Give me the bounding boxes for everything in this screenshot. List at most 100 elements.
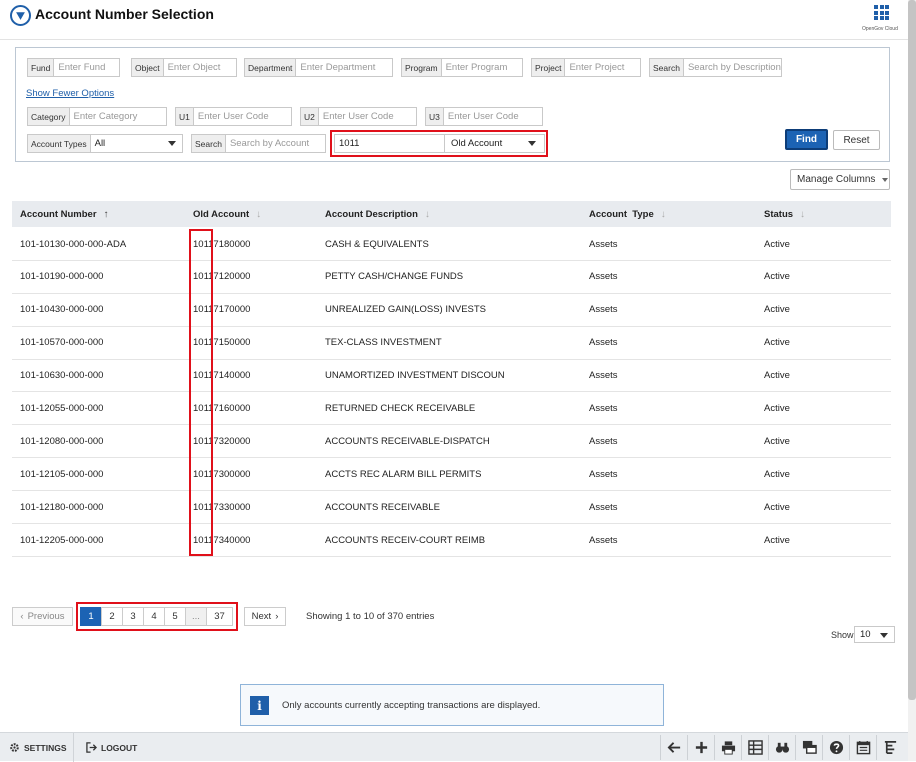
- description-search-field[interactable]: Search Search by Description: [649, 58, 782, 77]
- cell-type: Assets: [589, 402, 618, 414]
- department-input[interactable]: Enter Department: [296, 59, 392, 76]
- column-header-account-number[interactable]: Account Number ↑: [20, 201, 109, 227]
- column-header-account-type[interactable]: Account Type ↓: [589, 201, 666, 227]
- manage-columns-label: Manage Columns: [797, 174, 876, 185]
- cell-account-number: 101-10570-000-000: [20, 337, 104, 349]
- user-code-2-field[interactable]: U2 Enter User Code: [300, 107, 417, 126]
- page-button-1[interactable]: 1: [80, 607, 102, 626]
- cell-description: RETURNED CHECK RECEIVABLE: [325, 402, 476, 414]
- add-button[interactable]: [687, 735, 714, 760]
- settings-button[interactable]: SETTINGS: [9, 733, 67, 762]
- print-button[interactable]: [714, 735, 741, 760]
- object-input[interactable]: Enter Object: [164, 59, 236, 76]
- logout-button[interactable]: LOGOUT: [86, 733, 137, 762]
- column-header-status[interactable]: Status ↓: [764, 201, 805, 227]
- calendar-button[interactable]: [849, 735, 876, 760]
- page-scrollbar-thumb[interactable]: [908, 0, 916, 700]
- info-icon: i: [250, 696, 269, 715]
- find-button[interactable]: Find: [785, 129, 828, 150]
- windows-button[interactable]: [795, 735, 822, 760]
- tree-view-button[interactable]: [876, 735, 903, 760]
- user-code-2-input[interactable]: Enter User Code: [319, 108, 416, 125]
- reset-button[interactable]: Reset: [833, 130, 880, 150]
- account-value-input[interactable]: 1011: [334, 134, 445, 153]
- category-field[interactable]: Category Enter Category: [27, 107, 167, 126]
- table-row[interactable]: 101-12105-000-000 10117300000 ACCTS REC …: [12, 458, 891, 492]
- cell-description: PETTY CASH/CHANGE FUNDS: [325, 271, 464, 283]
- cell-description: ACCOUNTS RECEIV-COURT REIMB: [325, 534, 486, 546]
- account-search-label: Search: [192, 135, 226, 152]
- user-code-1-input[interactable]: Enter User Code: [194, 108, 291, 125]
- table-row[interactable]: 101-12180-000-000 10117330000 ACCOUNTS R…: [12, 491, 891, 525]
- cell-status: Active: [764, 501, 790, 513]
- sort-icon: ↓: [660, 208, 666, 220]
- user-code-1-field[interactable]: U1 Enter User Code: [175, 107, 292, 126]
- cell-type: Assets: [589, 468, 618, 480]
- logout-icon: [86, 742, 97, 753]
- project-field[interactable]: Project Enter Project: [531, 58, 641, 77]
- arrow-left-icon: [667, 742, 680, 753]
- object-field[interactable]: Object Enter Object: [131, 58, 237, 77]
- table-row[interactable]: 101-12055-000-000 10117160000 RETURNED C…: [12, 392, 891, 426]
- project-label: Project: [532, 59, 566, 76]
- calendar-icon: [856, 740, 870, 755]
- cell-old-account: 10117320000: [193, 435, 251, 447]
- search-by-select[interactable]: Old Account: [444, 134, 545, 153]
- page-size-select[interactable]: 10: [854, 626, 895, 643]
- page-button-2[interactable]: 2: [101, 607, 123, 626]
- fund-field[interactable]: Fund Enter Fund: [27, 58, 120, 77]
- previous-page-button[interactable]: ‹ Previous: [12, 607, 73, 626]
- footer-toolbar: [660, 735, 903, 760]
- sort-ascending-icon: ↑: [103, 208, 109, 220]
- table-row[interactable]: 101-12205-000-000 10117340000 ACCOUNTS R…: [12, 524, 891, 557]
- cell-account-number: 101-10430-000-000: [20, 304, 104, 316]
- help-button[interactable]: [822, 735, 849, 760]
- account-types-select[interactable]: All: [91, 135, 182, 152]
- description-search-input[interactable]: Search by Description: [684, 59, 781, 76]
- user-code-3-field[interactable]: U3 Enter User Code: [425, 107, 543, 126]
- column-header-old-account[interactable]: Old Account ↓: [193, 201, 261, 227]
- windows-icon: [802, 740, 817, 754]
- table-row[interactable]: 101-10130-000-000-ADA 10117180000 CASH &…: [12, 228, 891, 261]
- project-input[interactable]: Enter Project: [565, 59, 640, 76]
- entries-info: Showing 1 to 10 of 370 entries: [306, 611, 435, 622]
- page-button-3[interactable]: 3: [122, 607, 144, 626]
- account-types-field[interactable]: Account Types All: [27, 134, 183, 153]
- program-input[interactable]: Enter Program: [442, 59, 522, 76]
- page-button-4[interactable]: 4: [143, 607, 165, 626]
- page-button-5[interactable]: 5: [164, 607, 186, 626]
- department-field[interactable]: Department Enter Department: [244, 58, 393, 77]
- cell-old-account: 10117180000: [193, 238, 251, 250]
- table-row[interactable]: 101-12080-000-000 10117320000 ACCOUNTS R…: [12, 425, 891, 459]
- column-header-account-description[interactable]: Account Description ↓: [325, 201, 430, 227]
- table-header: Account Number ↑ Old Account ↓ Account Des…: [12, 201, 891, 227]
- cell-status: Active: [764, 534, 790, 546]
- user-code-3-input[interactable]: Enter User Code: [444, 108, 542, 125]
- account-search-field[interactable]: Search Search by Account: [191, 134, 326, 153]
- table-row[interactable]: 101-10570-000-000 10117150000 TEX-CLASS …: [12, 327, 891, 360]
- grid-view-button[interactable]: [741, 735, 768, 760]
- account-search-input[interactable]: Search by Account: [226, 135, 325, 152]
- cell-description: ACCOUNTS RECEIVABLE: [325, 501, 440, 513]
- cell-type: Assets: [589, 534, 618, 546]
- program-field[interactable]: Program Enter Program: [401, 58, 523, 77]
- accounts-table-body: 101-10130-000-000-ADA 10117180000 CASH &…: [12, 228, 891, 557]
- show-fewer-options-link[interactable]: Show Fewer Options: [26, 88, 114, 99]
- back-arrow-button[interactable]: [660, 735, 687, 760]
- cell-description: ACCTS REC ALARM BILL PERMITS: [325, 468, 482, 480]
- apps-grid-icon[interactable]: [874, 5, 889, 20]
- table-row[interactable]: 101-10630-000-000 10117140000 UNAMORTIZE…: [12, 360, 891, 393]
- manage-columns-button[interactable]: Manage Columns: [790, 169, 890, 190]
- page-size-label: Show: [831, 630, 854, 640]
- table-row[interactable]: 101-10430-000-000 10117170000 UNREALIZED…: [12, 294, 891, 327]
- opengov-logo-icon[interactable]: [10, 5, 31, 26]
- help-icon: [829, 740, 843, 755]
- category-input[interactable]: Enter Category: [70, 108, 167, 125]
- lookup-button[interactable]: [768, 735, 795, 760]
- page-button-37[interactable]: 37: [206, 607, 233, 626]
- table-row[interactable]: 101-10190-000-000 10117120000 PETTY CASH…: [12, 261, 891, 294]
- fund-input[interactable]: Enter Fund: [54, 59, 119, 76]
- page-scrollbar[interactable]: [908, 0, 916, 761]
- next-page-button[interactable]: Next ›: [244, 607, 286, 626]
- cell-account-number: 101-12080-000-000: [20, 435, 104, 447]
